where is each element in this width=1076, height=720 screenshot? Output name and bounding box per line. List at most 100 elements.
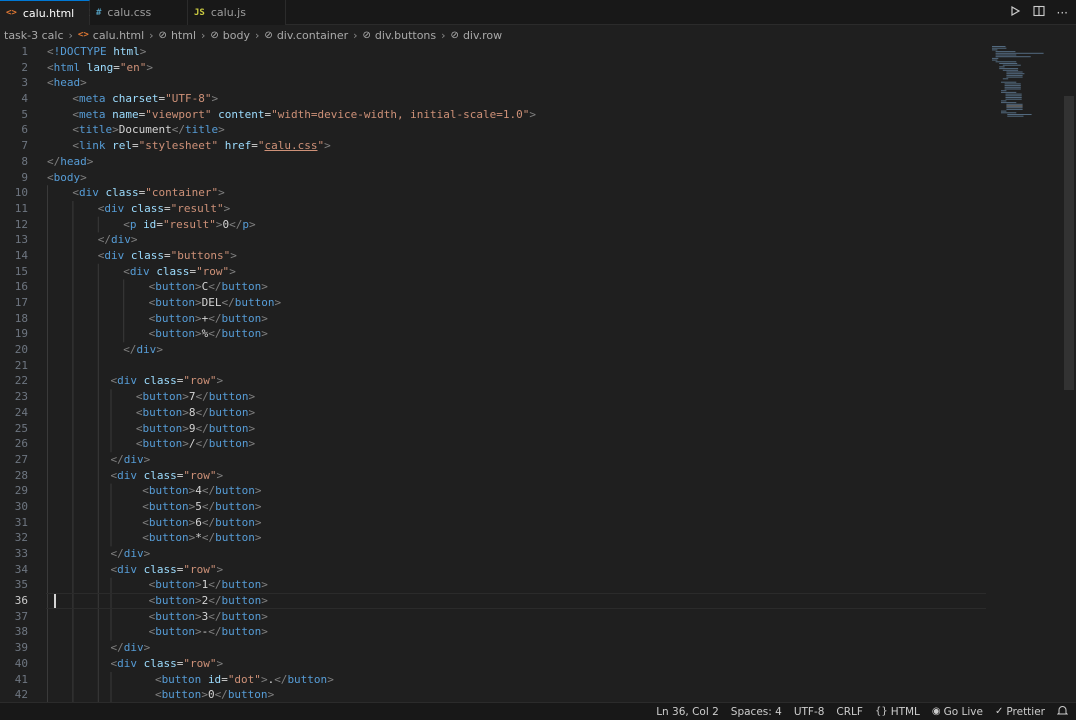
code-line[interactable]: 11 <div class="result"> xyxy=(0,201,1000,217)
code-line[interactable]: 14 <div class="buttons"> xyxy=(0,248,1000,264)
code-line[interactable]: 1 <!DOCTYPE html> xyxy=(0,44,1000,60)
code-line[interactable]: 2 <html lang="en"> xyxy=(0,60,1000,76)
code-line[interactable]: 34 <div class="row"> xyxy=(0,562,1000,578)
code-line[interactable]: 22 <div class="row"> xyxy=(0,373,1000,389)
breadcrumb-div-container[interactable]: ⊘ div.container xyxy=(264,29,348,42)
code-text: <link rel="stylesheet" href="calu.css"> xyxy=(72,138,330,154)
split-editor-icon[interactable] xyxy=(1032,5,1045,20)
code-line[interactable]: 23 <button>7</button> xyxy=(0,389,1000,405)
status-prettier[interactable]: ✓ Prettier xyxy=(995,706,1045,718)
status-go-live[interactable]: ◉ Go Live xyxy=(932,706,983,718)
status-language[interactable]: {} HTML xyxy=(875,706,920,718)
breadcrumb-folder[interactable]: task-3 calc xyxy=(4,29,64,42)
status-label: CRLF xyxy=(836,705,863,718)
code-token: > xyxy=(112,123,119,137)
code-line[interactable]: 28 <div class="row"> xyxy=(0,468,1000,484)
code-token: "stylesheet" xyxy=(138,139,219,153)
code-token: > xyxy=(211,92,219,106)
status-encoding[interactable]: UTF-8 xyxy=(794,706,825,718)
code-line[interactable]: 16 <button>C</button> xyxy=(0,279,1000,295)
code-token: class xyxy=(143,468,177,482)
text-cursor xyxy=(54,594,56,609)
code-text: <div class="row"> xyxy=(111,468,224,484)
code-token: </ xyxy=(274,672,288,686)
code-line[interactable]: 39 </div> xyxy=(0,640,1000,656)
breadcrumb-html[interactable]: ⊘ html xyxy=(159,29,196,42)
code-line[interactable]: 38 <button>-</button> xyxy=(0,624,1000,640)
code-token: > xyxy=(182,390,189,404)
code-text: <p id="result">0</p> xyxy=(123,217,255,233)
code-text: <meta charset="UTF-8"> xyxy=(72,91,218,107)
code-line[interactable]: 35 <button>1</button> xyxy=(0,577,1000,593)
tab-calu-css[interactable]: # calu.css xyxy=(90,0,188,25)
code-text: <div class="buttons"> xyxy=(98,248,237,264)
code-line[interactable]: 9 <body> xyxy=(0,170,1000,186)
code-line[interactable]: 21 xyxy=(0,358,1000,374)
code-token: > xyxy=(194,609,202,623)
code-token: div xyxy=(104,201,125,215)
code-line[interactable]: 30 <button>5</button> xyxy=(0,499,1000,515)
code-line[interactable]: 15 <div class="row"> xyxy=(0,264,1000,280)
run-icon[interactable] xyxy=(1009,5,1021,20)
line-number: 28 xyxy=(14,468,28,482)
code-line[interactable]: 7 <link rel="stylesheet" href="calu.css"> xyxy=(0,138,1000,154)
code-line[interactable]: 10 <div class="container"> xyxy=(0,185,1000,201)
code-line[interactable]: 31 <button>6</button> xyxy=(0,515,1000,531)
code-token: > xyxy=(254,531,262,545)
tab-calu-js[interactable]: JS calu.js xyxy=(188,0,286,25)
code-line[interactable]: 24 <button>8</button> xyxy=(0,405,1000,421)
code-line[interactable]: 4 <meta charset="UTF-8"> xyxy=(0,91,1000,107)
code-line[interactable]: 18 <button>+</button> xyxy=(0,311,1000,327)
code-line[interactable]: 20 </div> xyxy=(0,342,1000,358)
minimap-line xyxy=(1002,64,1021,66)
code-line[interactable]: 5 <meta name="viewport" content="width=de… xyxy=(0,107,1000,123)
code-token: div xyxy=(117,468,137,482)
code-line[interactable]: 6 <title>Document</title> xyxy=(0,122,1000,138)
status-indentation[interactable]: Spaces: 4 xyxy=(731,706,782,718)
code-line[interactable]: 40 <div class="row"> xyxy=(0,656,1000,672)
vertical-scrollbar[interactable] xyxy=(1064,96,1074,390)
symbol-element-icon: ⊘ xyxy=(264,29,273,41)
code-line[interactable]: 36 <button>2</button> xyxy=(0,593,1000,609)
code-line[interactable]: 26 <button>/</button> xyxy=(0,436,1000,452)
code-line[interactable]: 27 </div> xyxy=(0,452,1000,468)
code-token: title xyxy=(185,123,219,137)
minimap-line xyxy=(1001,110,1007,112)
code-text: <button>8</button> xyxy=(136,405,255,421)
code-line[interactable]: 25 <button>9</button> xyxy=(0,421,1000,437)
code-lines[interactable]: 1 <!DOCTYPE html> 2 <html lang="en"> 3 <head>… xyxy=(0,44,1000,702)
minimap-line xyxy=(1001,112,1017,114)
breadcrumb-file[interactable]: <> calu.html xyxy=(78,29,144,42)
minimap[interactable] xyxy=(990,44,1050,124)
code-line[interactable]: 32 <button>*</button> xyxy=(0,530,1000,546)
code-line[interactable]: 42 <button>0</button> xyxy=(0,687,1000,702)
status-eol[interactable]: CRLF xyxy=(836,706,863,718)
code-text: <button>/</button> xyxy=(136,436,255,452)
code-line[interactable]: 12 <p id="result">0</p> xyxy=(0,217,1000,233)
minimap-line xyxy=(999,68,1019,70)
breadcrumb-body[interactable]: ⊘ body xyxy=(210,29,250,42)
code-line[interactable]: 8 </head> xyxy=(0,154,1000,170)
code-line[interactable]: 29 <button>4</button> xyxy=(0,483,1000,499)
code-line[interactable]: 17 <button>DEL</button> xyxy=(0,295,1000,311)
code-token: link xyxy=(79,139,106,153)
symbol-element-icon: ⊘ xyxy=(158,29,167,41)
breadcrumb-label: html xyxy=(170,28,196,42)
code-token: button xyxy=(221,625,262,639)
status-cursor-position[interactable]: Ln 36, Col 2 xyxy=(656,706,719,718)
code-editor[interactable]: 1 <!DOCTYPE html> 2 <html lang="en"> 3 <head>… xyxy=(0,44,1076,702)
line-number: 7 xyxy=(21,139,28,153)
code-line[interactable]: 13 </div> xyxy=(0,232,1000,248)
code-line[interactable]: 33 </div> xyxy=(0,546,1000,562)
code-line[interactable]: 3 <head> xyxy=(0,75,1000,91)
status-notifications[interactable] xyxy=(1056,705,1069,719)
breadcrumb-div-buttons[interactable]: ⊘ div.buttons xyxy=(363,29,437,42)
tab-label: calu.js xyxy=(210,6,246,19)
more-actions-icon[interactable]: ··· xyxy=(1057,6,1068,20)
code-token: > xyxy=(267,688,275,702)
code-line[interactable]: 19 <button>%</button> xyxy=(0,326,1000,342)
code-line[interactable]: 41 <button id="dot">.</button> xyxy=(0,672,1000,688)
breadcrumb-div-row[interactable]: ⊘ div.row xyxy=(451,29,503,42)
tab-calu-html[interactable]: <> calu.html ✕ xyxy=(0,0,98,25)
code-line[interactable]: 37 <button>3</button> xyxy=(0,609,1000,625)
